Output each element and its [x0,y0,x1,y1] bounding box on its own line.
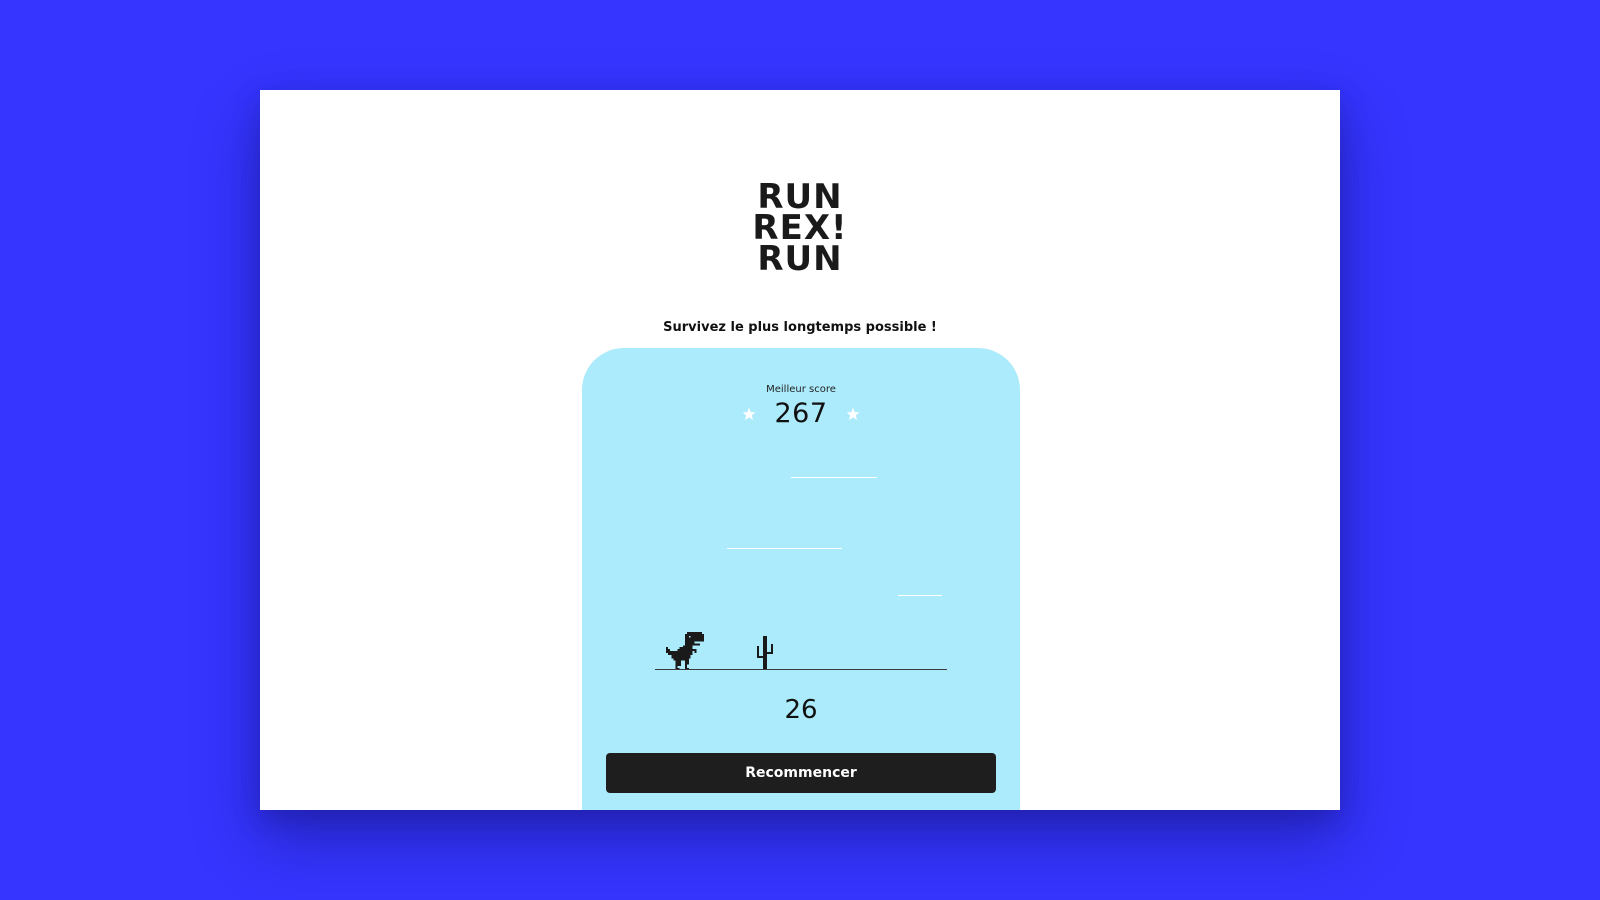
current-score: 26 [784,695,818,725]
best-score-row: 267 [582,398,1020,429]
game-subtitle: Survivez le plus longtemps possible ! [663,320,937,335]
ground-line [655,669,947,670]
logo-line-3: RUN [757,239,843,279]
star-icon [846,407,859,420]
restart-button[interactable]: Recommencer [606,753,996,793]
cactus-icon [757,636,773,670]
cloud-line [791,477,877,478]
best-score-value: 267 [774,398,828,429]
star-icon [743,407,756,420]
game-logo: RUN REX! RUN [260,180,1340,279]
dino-icon[interactable] [666,632,704,670]
cloud-line [898,595,942,596]
cloud-line [727,548,842,549]
game-card: Meilleur score 267 26 Recommencer [582,348,1020,810]
best-score-label: Meilleur score [766,384,836,395]
game-page: RUN REX! RUN Survivez le plus longtemps … [260,90,1340,810]
